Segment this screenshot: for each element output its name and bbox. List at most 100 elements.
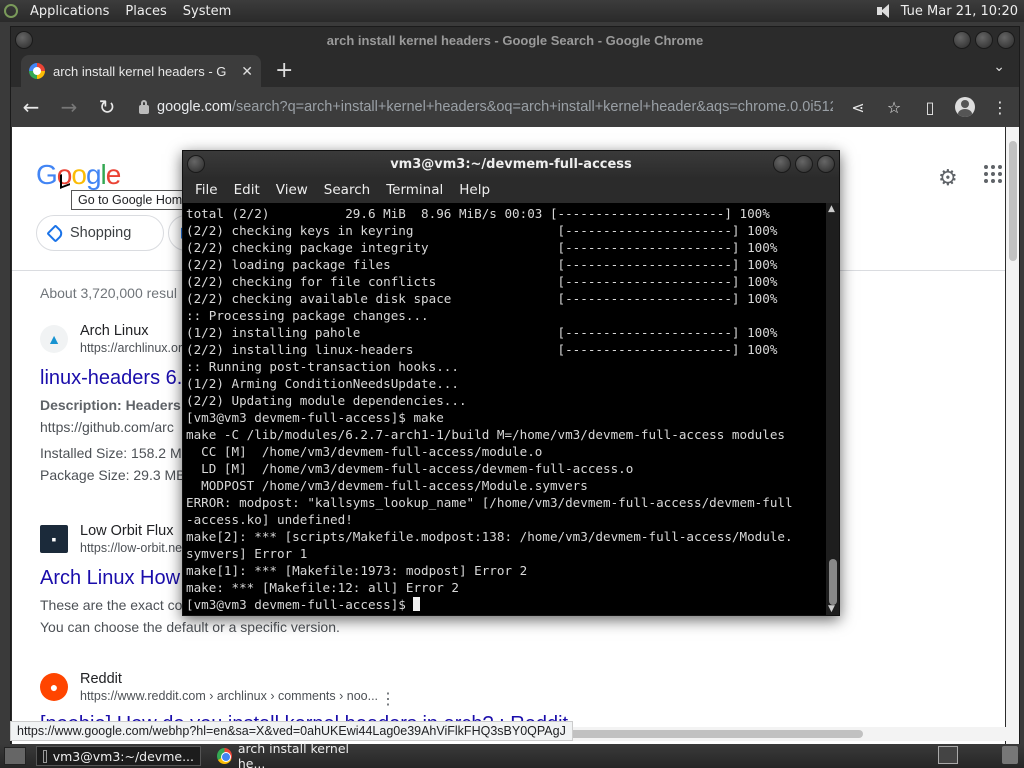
forward-icon[interactable]: → xyxy=(57,95,81,119)
menu-terminal[interactable]: Terminal xyxy=(378,182,451,198)
terminal-line: make: *** [Makefile:12: all] Error 2 xyxy=(186,580,459,595)
terminal-prompt: [vm3@vm3 devmem-full-access]$ xyxy=(186,597,414,612)
menu-file[interactable]: File xyxy=(187,182,226,198)
window-title: arch install kernel headers - Google Sea… xyxy=(326,32,704,48)
google-logo[interactable]: Google xyxy=(36,159,121,191)
result-title-link[interactable]: linux-headers 6. xyxy=(40,367,182,390)
tab-search-chevron-icon[interactable]: ⌄ xyxy=(993,59,1005,75)
clock[interactable]: Tue Mar 21, 10:20 xyxy=(901,4,1018,19)
tooltip: Go to Google Home xyxy=(71,190,197,210)
terminal-line: -access.ko] undefined! xyxy=(186,512,353,527)
site-name: Reddit xyxy=(80,671,122,687)
result-stats: About 3,720,000 resul xyxy=(40,285,177,301)
volume-icon[interactable] xyxy=(875,2,893,20)
google-favicon-icon xyxy=(29,63,45,79)
snippet-line: Installed Size: 158.2 MI xyxy=(40,445,186,461)
menu-help[interactable]: Help xyxy=(451,182,498,198)
site-url: https://archlinux.or xyxy=(80,341,183,355)
lock-icon[interactable] xyxy=(139,99,149,114)
more-options-icon[interactable]: ⋮ xyxy=(380,689,396,709)
terminal-line: make[1]: *** [Makefile:1973: modpost] Er… xyxy=(186,563,528,578)
terminal-line: CC [M] /home/vm3/devmem-full-access/modu… xyxy=(201,444,543,459)
google-apps-icon[interactable] xyxy=(984,165,1002,183)
close-button[interactable] xyxy=(997,31,1015,49)
result-source[interactable]: ▪ Low Orbit Flux https://low-orbit.ne xyxy=(40,523,182,555)
taskbar-label: arch install kernel he... xyxy=(237,741,349,768)
minimize-button[interactable] xyxy=(773,155,791,173)
maximize-button[interactable] xyxy=(975,31,993,49)
close-tab-icon[interactable]: ✕ xyxy=(241,63,253,80)
archlinux-favicon-icon: ▲ xyxy=(40,325,68,353)
maximize-button[interactable] xyxy=(795,155,813,173)
menu-edit[interactable]: Edit xyxy=(226,182,268,198)
system-menu[interactable]: System xyxy=(175,4,239,19)
tag-icon xyxy=(46,223,65,243)
terminal-line: (2/2) checking package integrity [------… xyxy=(186,240,778,255)
snippet-line: You can choose the default or a specific… xyxy=(40,619,340,635)
result-title-link[interactable]: Arch Linux How xyxy=(40,567,180,590)
page-scrollbar[interactable] xyxy=(1006,127,1019,754)
side-panel-icon[interactable]: ▯ xyxy=(919,98,941,117)
menu-view[interactable]: View xyxy=(268,182,316,198)
top-panel: Applications Places System Tue Mar 21, 1… xyxy=(0,0,1024,22)
menu-search[interactable]: Search xyxy=(316,182,378,198)
terminal-line: (2/2) checking for file conflicts [-----… xyxy=(186,274,778,289)
back-icon[interactable]: ← xyxy=(19,95,43,119)
terminal-line: (1/2) Arming ConditionNeedsUpdate... xyxy=(186,376,459,391)
scroll-up-icon[interactable]: ▲ xyxy=(828,204,835,214)
loworbit-favicon-icon: ▪ xyxy=(40,525,68,553)
result-source[interactable]: ▲ Arch Linux https://archlinux.or xyxy=(40,323,182,355)
terminal-line: (2/2) checking available disk space [---… xyxy=(186,291,778,306)
scrollbar-thumb[interactable] xyxy=(1009,141,1017,261)
tab-title: arch install kernel headers - G xyxy=(53,63,227,79)
taskbar-terminal[interactable]: vm3@vm3:~/devme... xyxy=(36,746,201,766)
terminal-line: make[2]: *** [scripts/Makefile.modpost:1… xyxy=(186,529,793,544)
show-desktop-button[interactable] xyxy=(4,747,26,765)
applications-menu[interactable]: Applications xyxy=(22,4,117,19)
snippet-line: https://github.com/arc xyxy=(40,419,174,435)
places-menu[interactable]: Places xyxy=(117,4,174,19)
tab-google-search[interactable]: arch install kernel headers - G ✕ xyxy=(21,55,261,87)
terminal-line: make -C /lib/modules/6.2.7-arch1-1/build… xyxy=(186,427,785,442)
terminal-titlebar[interactable]: vm3@vm3:~/devmem-full-access xyxy=(183,151,839,177)
terminal-line: (2/2) checking keys in keyring [--------… xyxy=(186,223,778,238)
logo-letter: G xyxy=(36,159,58,190)
terminal-text: total (2/2) 29.6 MiB 8.96 MiB/s 00:03 [-… xyxy=(186,205,828,613)
text-cursor xyxy=(413,597,421,611)
chrome-menu-icon[interactable]: ⋮ xyxy=(989,98,1011,117)
scrollbar-thumb[interactable] xyxy=(829,559,837,605)
chrome-titlebar[interactable]: arch install kernel headers - Google Sea… xyxy=(11,27,1019,53)
shopping-chip[interactable]: Shopping xyxy=(36,215,164,251)
taskbar-chrome[interactable]: arch install kernel he... xyxy=(211,741,376,768)
site-name: Low Orbit Flux xyxy=(80,523,174,539)
main-menu-icon[interactable] xyxy=(0,0,22,22)
chip-label: Shopping xyxy=(70,225,132,241)
terminal-icon xyxy=(43,749,47,763)
share-icon[interactable]: ⋖ xyxy=(847,98,869,117)
result-source[interactable]: ● Reddit https://www.reddit.com › archli… xyxy=(40,671,378,703)
scroll-down-icon[interactable]: ▼ xyxy=(828,604,835,614)
tab-strip: arch install kernel headers - G ✕ + ⌄ xyxy=(11,53,1019,87)
trash-icon[interactable] xyxy=(1002,746,1018,764)
address-host: google.com xyxy=(157,99,232,115)
terminal-line: ERROR: modpost: "kallsyms_lookup_name" [… xyxy=(186,495,793,510)
logo-letter: g xyxy=(85,159,102,190)
window-menu-button[interactable] xyxy=(15,31,33,49)
bookmark-star-icon[interactable]: ☆ xyxy=(883,98,905,117)
terminal-line: MODPOST /home/vm3/devmem-full-access/Mod… xyxy=(201,478,588,493)
bottom-panel: vm3@vm3:~/devme... arch install kernel h… xyxy=(0,741,1024,768)
window-menu-button[interactable] xyxy=(187,155,205,173)
new-tab-icon[interactable]: + xyxy=(275,58,293,83)
minimize-button[interactable] xyxy=(953,31,971,49)
address-path: /search?q=arch+install+kernel+headers&oq… xyxy=(231,99,833,115)
address-bar[interactable]: google.com/search?q=arch+install+kernel+… xyxy=(133,92,833,122)
terminal-output[interactable]: total (2/2) 29.6 MiB 8.96 MiB/s 00:03 [-… xyxy=(183,203,828,615)
chrome-icon xyxy=(217,748,232,764)
close-button[interactable] xyxy=(817,155,835,173)
reload-icon[interactable]: ↻ xyxy=(95,95,119,119)
terminal-line: symvers] Error 1 xyxy=(186,546,308,561)
terminal-scrollbar[interactable]: ▲ ▼ xyxy=(826,203,839,615)
profile-avatar[interactable] xyxy=(955,97,975,117)
workspace-switcher[interactable] xyxy=(938,746,958,764)
settings-gear-icon[interactable]: ⚙ xyxy=(938,165,958,191)
